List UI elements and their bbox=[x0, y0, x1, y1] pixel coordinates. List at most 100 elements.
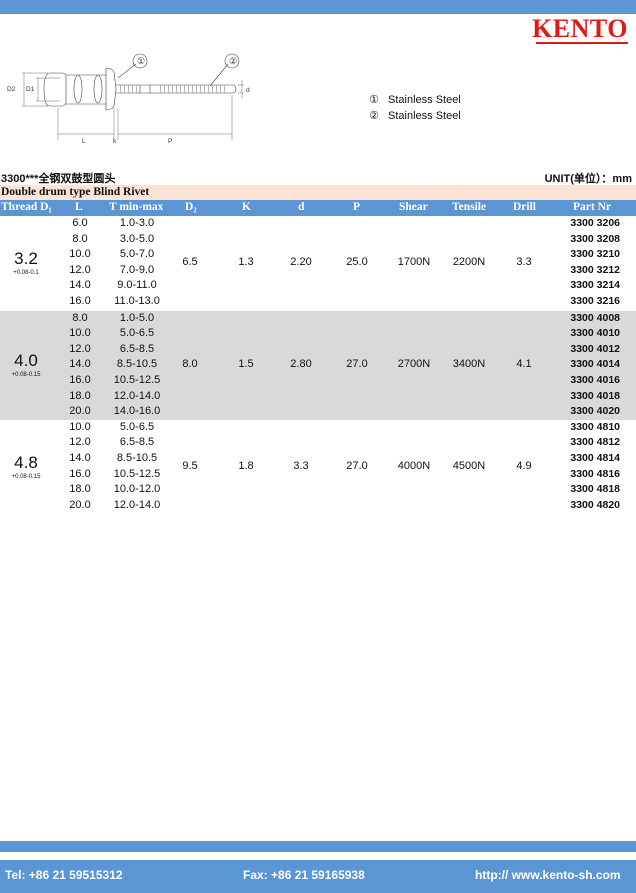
callout-1: ① bbox=[137, 56, 145, 66]
row-grip-range: 9.0-11.0 bbox=[117, 279, 157, 292]
row-grip-range: 10.0-12.0 bbox=[113, 483, 161, 496]
col-shear: Shear bbox=[399, 201, 428, 213]
row-grip-range: 5.0-6.5 bbox=[119, 420, 155, 433]
row-length: 18.0 bbox=[69, 389, 91, 402]
group-d2: 9.5 bbox=[182, 459, 198, 472]
row-part-number: 3300 4814 bbox=[570, 451, 620, 464]
row-length: 8.0 bbox=[72, 232, 88, 245]
group-tensile: 3400N bbox=[452, 358, 486, 371]
row-length: 20.0 bbox=[69, 405, 91, 418]
footer-divider-bar bbox=[0, 841, 636, 852]
group-shear: 1700N bbox=[397, 255, 431, 268]
row-part-number: 3300 3206 bbox=[570, 217, 620, 229]
row-length: 12.0 bbox=[69, 342, 91, 355]
group-d: 2.20 bbox=[290, 255, 312, 268]
rivet-drawing: ① ② D2 D1 L k P d bbox=[7, 53, 250, 145]
group-d: 2.80 bbox=[290, 358, 312, 371]
thread-diameter: 4.8 +0.08-0.15 bbox=[0, 453, 52, 480]
group-shear: 4000N bbox=[397, 459, 431, 472]
row-length: 16.0 bbox=[69, 373, 91, 386]
group-drill: 3.3 bbox=[516, 255, 532, 268]
top-header-bar bbox=[0, 0, 636, 14]
size-group: 3.2 +0.08-0.1 6.5 1.3 2.20 25.0 1700N 2200N 3.3 6… bbox=[0, 216, 636, 310]
dim-D2: D2 bbox=[7, 86, 16, 93]
col-drill: Drill bbox=[513, 201, 536, 213]
group-p: 25.0 bbox=[346, 255, 368, 268]
col-L: L bbox=[75, 201, 83, 213]
row-length: 20.0 bbox=[69, 498, 91, 511]
unit-label: UNIT(单位）：mm bbox=[544, 173, 632, 185]
dim-D1: D1 bbox=[26, 86, 35, 93]
material-number: ② bbox=[369, 110, 379, 122]
row-length: 10.0 bbox=[69, 420, 91, 433]
col-part: Part Nr bbox=[573, 201, 611, 213]
group-tensile: 4500N bbox=[452, 459, 486, 472]
row-grip-range: 5.0-7.0 bbox=[119, 248, 155, 261]
callout-2: ② bbox=[229, 56, 237, 66]
row-grip-range: 14.0-16.0 bbox=[113, 405, 161, 418]
material-item: ① Stainless Steel bbox=[368, 92, 461, 108]
footer-website: http:// www.kento-sh.com bbox=[475, 868, 621, 882]
row-length: 10.0 bbox=[69, 327, 91, 340]
dim-L: L bbox=[82, 138, 86, 145]
group-k: 1.8 bbox=[238, 459, 254, 472]
footer-tel: Tel: +86 21 59515312 bbox=[5, 868, 123, 882]
dim-k: k bbox=[113, 138, 117, 145]
row-grip-range: 8.5-10.5 bbox=[116, 358, 158, 371]
row-part-number: 3300 4012 bbox=[570, 342, 620, 355]
row-length: 12.0 bbox=[69, 263, 91, 276]
row-grip-range: 6.5-8.5 bbox=[119, 342, 155, 355]
row-length: 12.0 bbox=[69, 436, 91, 449]
col-tensile: Tensile bbox=[452, 201, 487, 213]
row-length: 14.0 bbox=[69, 279, 91, 292]
group-d2: 6.5 bbox=[182, 255, 198, 268]
row-grip-range: 7.0-9.0 bbox=[119, 263, 155, 276]
size-group: 4.0 +0.08-0.15 8.0 1.5 2.80 27.0 2700N 3400N 4.1… bbox=[0, 310, 636, 420]
col-T: T min-max bbox=[109, 201, 164, 213]
material-number: ① bbox=[369, 94, 379, 106]
row-part-number: 3300 4818 bbox=[570, 483, 620, 496]
dim-P: P bbox=[168, 138, 172, 145]
row-length: 18.0 bbox=[69, 483, 91, 496]
dim-d: d bbox=[246, 87, 250, 94]
group-tensile: 2200N bbox=[452, 255, 486, 268]
col-K: K bbox=[242, 201, 251, 213]
row-part-number: 3300 3212 bbox=[570, 263, 620, 276]
row-part-number: 3300 3214 bbox=[570, 279, 620, 292]
material-label: Stainless Steel bbox=[388, 94, 461, 106]
row-grip-range: 3.0-5.0 bbox=[119, 232, 155, 245]
row-grip-range: 12.0-14.0 bbox=[113, 498, 161, 511]
row-part-number: 3300 4016 bbox=[570, 373, 620, 386]
col-thread: Thread D₁ bbox=[1, 201, 52, 213]
col-d: d bbox=[298, 201, 305, 213]
table-header: Thread D₁ L T min-max D₂ K d P Shear Ten… bbox=[0, 200, 636, 216]
group-drill: 4.1 bbox=[516, 358, 532, 371]
row-part-number: 3300 4020 bbox=[570, 405, 620, 418]
diameter-tolerance: +0.08-0.15 bbox=[11, 372, 41, 379]
diameter-tolerance: +0.08-0.15 bbox=[11, 473, 41, 480]
group-k: 1.3 bbox=[238, 255, 254, 268]
row-length: 8.0 bbox=[72, 311, 88, 324]
row-part-number: 3300 4010 bbox=[570, 327, 620, 340]
row-part-number: 3300 4810 bbox=[570, 420, 620, 433]
row-grip-range: 10.5-12.5 bbox=[113, 373, 161, 386]
row-grip-range: 11.0-13.0 bbox=[114, 295, 160, 307]
row-part-number: 3300 4018 bbox=[570, 389, 620, 402]
row-grip-range: 8.5-10.5 bbox=[116, 451, 158, 464]
group-p: 27.0 bbox=[346, 358, 368, 371]
diameter-tolerance: +0.08-0.1 bbox=[13, 269, 39, 276]
footer-fax: Fax: +86 21 59165938 bbox=[243, 868, 365, 882]
row-grip-range: 5.0-6.5 bbox=[119, 327, 155, 340]
product-title-cn: 3300***全钢双鼓型圆头 bbox=[1, 173, 116, 185]
materials-legend: ① Stainless Steel ② Stainless Steel bbox=[368, 92, 461, 124]
size-group: 4.8 +0.08-0.15 9.5 1.8 3.3 27.0 4000N 4500N 4.9 1… bbox=[0, 420, 636, 514]
row-grip-range: 12.0-14.0 bbox=[113, 389, 161, 402]
material-item: ② Stainless Steel bbox=[368, 108, 461, 124]
row-part-number: 3300 4008 bbox=[570, 311, 620, 324]
group-shear: 2700N bbox=[397, 358, 431, 371]
material-label: Stainless Steel bbox=[388, 110, 461, 122]
row-part-number: 3300 3210 bbox=[570, 248, 620, 261]
diameter-value: 3.2 bbox=[14, 248, 38, 268]
kento-logo: KENTO bbox=[532, 14, 628, 43]
diameter-value: 4.0 bbox=[14, 351, 38, 371]
